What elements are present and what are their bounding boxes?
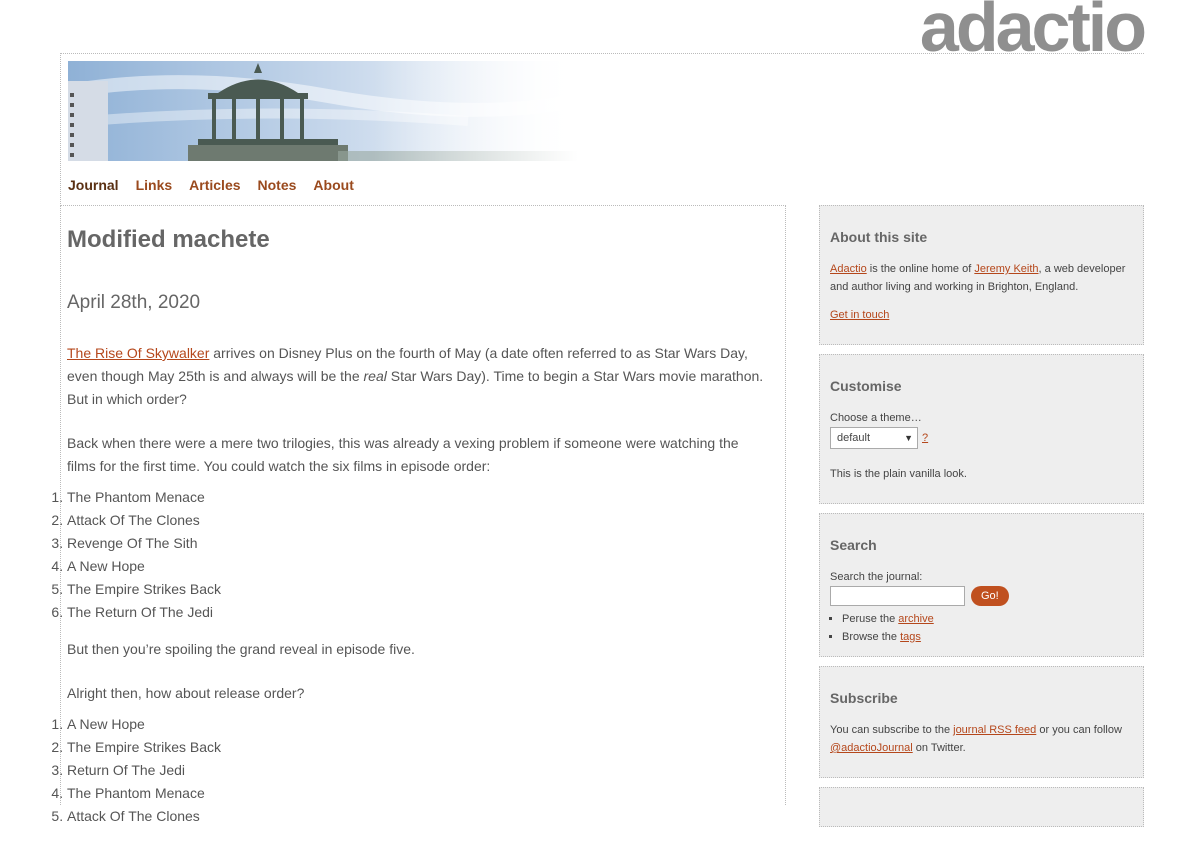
- customise-heading: Customise: [830, 378, 902, 394]
- jeremy-keith-link[interactable]: Jeremy Keith: [974, 263, 1038, 275]
- article-paragraph-1: The Rise Of Skywalker arrives on Disney …: [67, 345, 764, 407]
- article-paragraph-3: But then you’re spoiling the grand revea…: [67, 641, 415, 657]
- article-date: April 28th, 2020: [67, 292, 201, 313]
- next-sidebar-box: [819, 787, 1144, 827]
- search-heading: Search: [830, 537, 877, 553]
- list-item: Browse the tags: [842, 628, 1133, 646]
- theme-help-link[interactable]: ?: [922, 432, 928, 444]
- nav-links[interactable]: Links: [136, 177, 173, 193]
- list-item: Attack Of The Clones: [67, 805, 767, 828]
- about-box: About this site Adactio is the online ho…: [819, 205, 1144, 345]
- nav-articles[interactable]: Articles: [189, 177, 240, 193]
- article: Modified machete April 28th, 2020 The Ri…: [67, 222, 767, 842]
- subscribe-box: Subscribe You can subscribe to the journ…: [819, 666, 1144, 778]
- get-in-touch-link[interactable]: Get in touch: [830, 309, 889, 321]
- list-item: Revenge Of The Sith: [67, 532, 767, 555]
- article-paragraph-4: Alright then, how about release order?: [67, 685, 305, 701]
- main-nav: Journal Links Articles Notes About: [68, 177, 354, 193]
- episode-order-list: The Phantom Menace Attack Of The Clones …: [51, 486, 767, 624]
- rss-feed-link[interactable]: journal RSS feed: [953, 724, 1036, 736]
- list-item: The Empire Strikes Back: [67, 736, 767, 759]
- theme-select[interactable]: default ▼: [830, 427, 918, 449]
- subscribe-text: You can subscribe to the journal RSS fee…: [830, 724, 1122, 754]
- archive-link[interactable]: archive: [898, 613, 933, 625]
- article-title: Modified machete: [67, 226, 270, 253]
- about-text: Adactio is the online home of Jeremy Kei…: [830, 263, 1126, 293]
- list-item: The Phantom Menace: [67, 782, 767, 805]
- chevron-down-icon: ▼: [904, 433, 913, 443]
- article-paragraph-2: Back when there were a mere two trilogie…: [67, 435, 739, 474]
- nav-notes[interactable]: Notes: [258, 177, 297, 193]
- nav-about[interactable]: About: [313, 177, 353, 193]
- tags-link[interactable]: tags: [900, 631, 921, 643]
- adactio-link[interactable]: Adactio: [830, 263, 867, 275]
- list-item: Return Of The Jedi: [67, 759, 767, 782]
- list-item: Attack Of The Clones: [67, 509, 767, 532]
- about-heading: About this site: [830, 229, 928, 245]
- twitter-link[interactable]: @adactioJournal: [830, 742, 913, 754]
- search-go-button[interactable]: Go!: [971, 586, 1009, 606]
- list-item: A New Hope: [67, 713, 767, 736]
- list-item: The Return Of The Jedi: [67, 601, 767, 624]
- list-item: The Phantom Menace: [67, 486, 767, 509]
- subscribe-heading: Subscribe: [830, 690, 898, 706]
- search-input[interactable]: [830, 586, 965, 606]
- header-banner-image: [68, 61, 578, 161]
- list-item: The Empire Strikes Back: [67, 578, 767, 601]
- customise-box: Customise Choose a theme… default ▼ ? Th…: [819, 354, 1144, 504]
- sidebar: About this site Adactio is the online ho…: [819, 205, 1144, 836]
- search-label: Search the journal:: [830, 571, 923, 583]
- nav-journal[interactable]: Journal: [68, 177, 119, 193]
- theme-description: This is the plain vanilla look.: [830, 468, 967, 480]
- skywalker-link[interactable]: The Rise Of Skywalker: [67, 345, 209, 361]
- list-item: Peruse the archive: [842, 610, 1133, 628]
- search-box: Search Search the journal: Go! Peruse th…: [819, 513, 1144, 657]
- search-links: Peruse the archive Browse the tags: [830, 610, 1133, 646]
- list-item: A New Hope: [67, 555, 767, 578]
- theme-label: Choose a theme…: [830, 412, 922, 424]
- release-order-list: A New Hope The Empire Strikes Back Retur…: [51, 713, 767, 828]
